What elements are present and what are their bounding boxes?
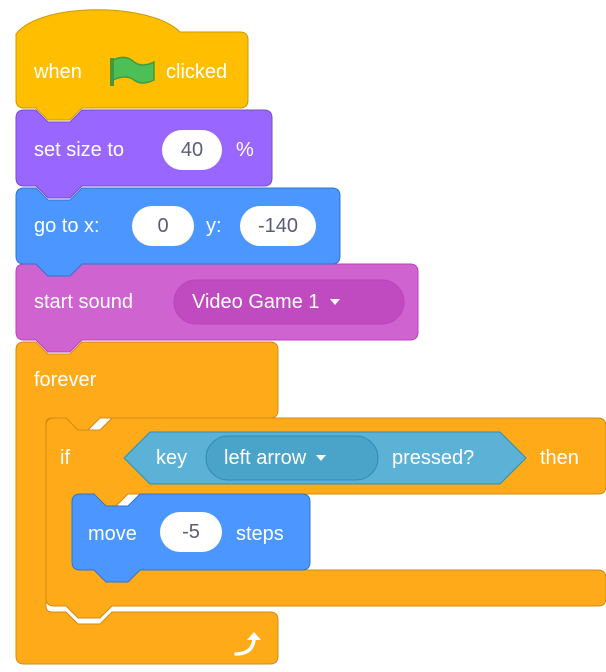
then-label: then [540,447,579,469]
size-unit-label: % [236,139,254,161]
y-input[interactable]: -140 [240,206,316,246]
key-label: key [156,447,188,469]
pressed-label: pressed? [392,447,475,469]
move-label: move [88,523,137,545]
go-to-x-label: go to x: [34,215,100,237]
steps-label: steps [236,523,284,545]
when-label: when [34,61,82,83]
steps-input[interactable]: -5 [160,512,222,552]
sound-dropdown[interactable]: Video Game 1 [192,280,340,324]
size-input[interactable]: 40 [162,130,222,170]
forever-label: forever [34,369,97,391]
script-canvas [15,9,606,665]
sound-dropdown-value: Video Game 1 [192,290,320,313]
clicked-label: clicked [166,61,228,83]
key-dropdown-value: left arrow [224,446,307,469]
x-input[interactable]: 0 [132,206,194,246]
chevron-down-icon [316,455,327,461]
key-dropdown[interactable]: left arrow [224,436,327,480]
chevron-down-icon [329,299,340,305]
start-sound-label: start sound [34,291,133,313]
if-label: if [60,447,70,469]
set-size-label: set size to [34,139,125,161]
y-label: y: [206,215,222,237]
